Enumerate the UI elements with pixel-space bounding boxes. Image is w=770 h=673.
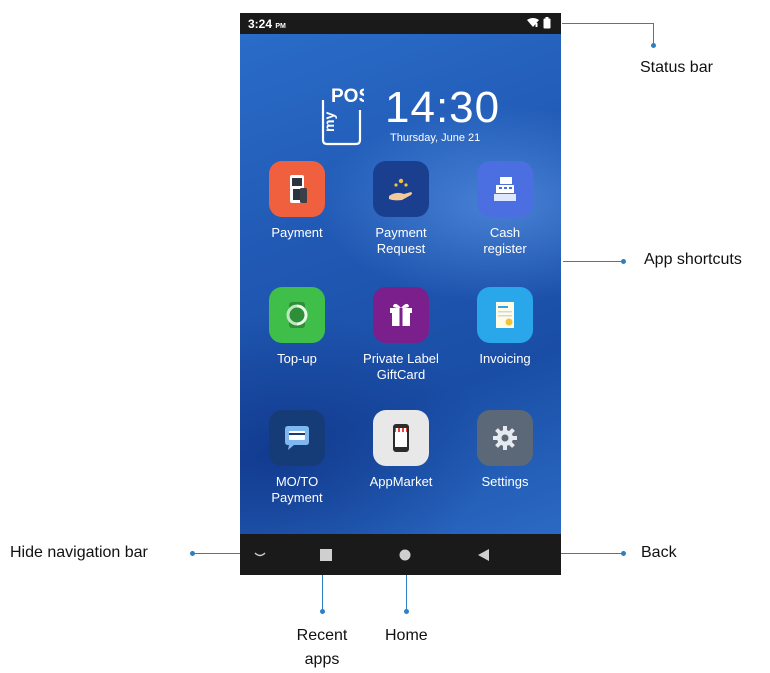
- clock-widget: 14:30 Thursday, June 21: [385, 83, 501, 145]
- home-callout-label: Home: [385, 627, 428, 644]
- app-settings[interactable]: Settings: [455, 410, 555, 490]
- app-label-line1: MO/TO: [275, 474, 319, 489]
- store-phone-icon: [373, 410, 429, 466]
- app-cash-register[interactable]: Cash register: [455, 161, 555, 257]
- app-shortcuts-callout-label: App shortcuts: [644, 251, 742, 268]
- app-private-label-giftcard[interactable]: Private Label GiftCard: [351, 287, 451, 383]
- chat-card-icon: [269, 410, 325, 466]
- app-top-up[interactable]: Top-up: [247, 287, 347, 367]
- status-time-value: 3:24: [248, 17, 273, 31]
- app-appmarket[interactable]: AppMarket: [351, 410, 451, 490]
- app-label-line1: Private Label: [363, 351, 439, 366]
- recent-apps-callout-line: [322, 575, 323, 611]
- gift-icon: [373, 287, 429, 343]
- status-ampm: PM: [275, 23, 286, 30]
- home-screen: POS my 14:30 Thursday, June 21 Payment: [240, 34, 561, 534]
- app-label-line1: Top-up: [277, 351, 317, 366]
- recent-apps-callout-label: Recent apps: [292, 624, 352, 672]
- hide-nav-icon: [254, 551, 266, 556]
- app-label-line1: Invoicing: [479, 351, 531, 366]
- status-bar-callout-label: Status bar: [640, 59, 713, 76]
- home-callout-line: [406, 575, 407, 611]
- cash-register-icon: [477, 161, 533, 217]
- mypos-logo-mark: POS my: [321, 86, 371, 146]
- app-label-line1: Cash: [489, 225, 521, 240]
- back-icon: [477, 548, 489, 561]
- back-callout-label: Back: [641, 544, 677, 561]
- device-screen: 3:24 PM POS my 14:30 Thursd: [240, 13, 561, 575]
- app-shortcuts-callout-dot: [621, 259, 626, 264]
- app-shortcuts-callout-line: [563, 261, 623, 262]
- invoice-icon: [477, 287, 533, 343]
- app-payment[interactable]: Payment: [247, 161, 347, 241]
- recent-apps-callout-dot: [320, 609, 325, 614]
- gear-icon: [477, 410, 533, 466]
- battery-icon: [543, 17, 551, 29]
- back-callout-line: [561, 553, 623, 554]
- status-bar-callout-line: [653, 23, 654, 45]
- status-clock: 3:24 PM: [248, 17, 286, 31]
- app-label-line2: Request: [376, 241, 426, 256]
- wifi-icon: [527, 18, 539, 27]
- clock-date: Thursday, June 21: [390, 132, 481, 144]
- recent-apps-label-line1: Recent: [296, 627, 348, 644]
- navigation-bar: [240, 534, 561, 575]
- app-payment-request[interactable]: Payment Request: [351, 161, 451, 257]
- hide-nav-callout-line: [193, 553, 240, 554]
- hide-nav-callout-label: Hide navigation bar: [10, 544, 148, 561]
- status-bar-callout-dot: [651, 43, 656, 48]
- mypos-logo: POS my: [320, 80, 371, 146]
- app-label-line2: register: [483, 241, 527, 256]
- logo-my-text: my: [321, 112, 337, 132]
- app-label-line1: AppMarket: [369, 474, 433, 489]
- payment-terminal-icon: [269, 161, 325, 217]
- app-label-line2: GiftCard: [376, 367, 426, 382]
- app-label-line1: Payment: [375, 225, 427, 240]
- status-bar-callout-line: [562, 23, 654, 24]
- app-label-line1: Payment: [271, 225, 323, 240]
- app-moto-payment[interactable]: MO/TO Payment: [247, 410, 347, 506]
- home-callout-dot: [404, 609, 409, 614]
- hand-coins-icon: [373, 161, 429, 217]
- recent-apps-button[interactable]: [306, 534, 346, 575]
- logo-pos-text: POS: [331, 86, 364, 107]
- home-button[interactable]: [385, 534, 425, 575]
- phone-topup-icon: [269, 287, 325, 343]
- status-bar: 3:24 PM: [240, 13, 561, 34]
- status-icons: [527, 17, 551, 29]
- app-invoicing[interactable]: Invoicing: [455, 287, 555, 367]
- app-label-line2: Payment: [271, 490, 323, 505]
- back-button[interactable]: [463, 534, 503, 575]
- back-callout-dot: [621, 551, 626, 556]
- clock-time: 14:30: [385, 83, 501, 132]
- recent-apps-label-line2: apps: [304, 651, 340, 668]
- home-icon: [399, 549, 411, 560]
- app-label-line1: Settings: [481, 474, 529, 489]
- recent-apps-icon: [320, 548, 332, 561]
- hide-nav-button[interactable]: [240, 534, 280, 575]
